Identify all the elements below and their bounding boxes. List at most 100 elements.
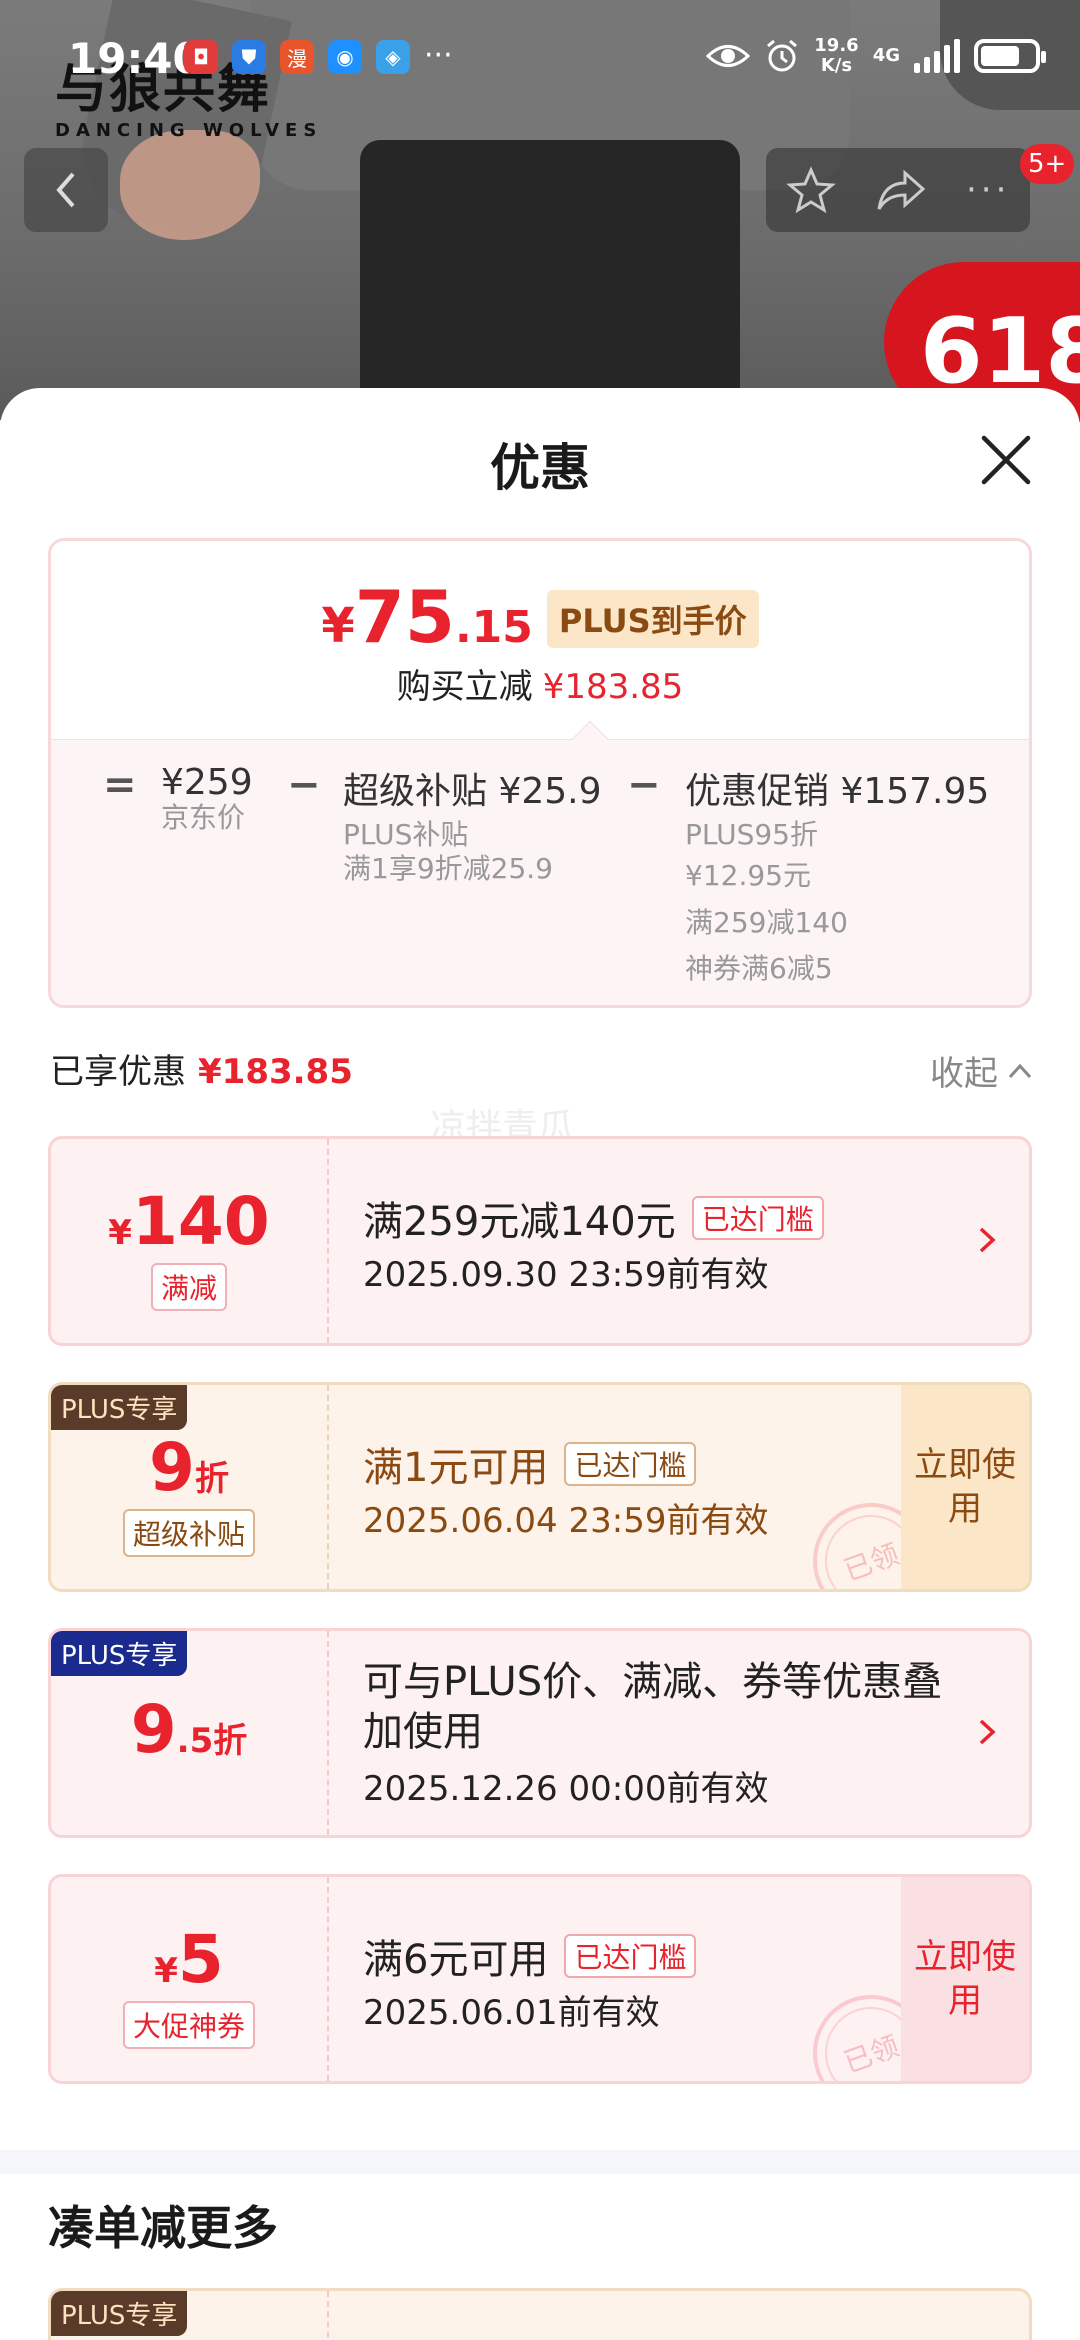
instant-reduction: 购买立减 ¥183.85 [51, 659, 1029, 708]
alarm-icon [767, 39, 798, 72]
final-price: ¥75.15 [321, 575, 533, 659]
enjoyed-amount: ¥183.85 [198, 1052, 353, 1092]
minus-sign: − [627, 762, 661, 808]
back-button[interactable] [24, 148, 108, 232]
brand-name-en: DANCING WOLVES [55, 120, 323, 141]
threshold-tag: 已达门槛 [691, 1196, 824, 1240]
more-icon[interactable]: ··· [966, 170, 1010, 210]
coupon-amount: 9 [130, 1691, 177, 1768]
status-bar: 19:40 ◘ ⛊ 漫 ◉ ◈ ··· 19.6 K/s 4G [0, 0, 1080, 110]
clock: 19:40 [68, 34, 202, 83]
coupon-value-area: ¥140 满减 [51, 1139, 327, 1343]
final-price-row: ¥75.15 PLUS到手价 [51, 575, 1029, 659]
subsidy-line: 满1享9折减25.9 [343, 852, 553, 885]
coupon-value: 9折 [51, 1429, 327, 1506]
section-title-more-discounts: 凑单减更多 [48, 2201, 278, 2255]
threshold-tag: 已达门槛 [564, 1934, 697, 1978]
coupon-type: 大促神券 [122, 2001, 256, 2049]
reduce-amount: ¥183.85 [542, 667, 684, 707]
net-speed-value: 19.6 [814, 35, 859, 56]
coupon-title-text: 满259元减140元 [363, 1199, 676, 1245]
shop-app-icon: ◘ [184, 40, 218, 74]
coupon-expiry: 2025.06.04 23:59前有效 [363, 1501, 769, 1541]
subsidy-line: PLUS补贴 [343, 818, 469, 851]
coupon-title: 满259元减140元 已达门槛 [363, 1189, 824, 1247]
promo-line: ¥12.95元 [685, 859, 811, 892]
price-breakdown: = ¥259 京东价 − 超级补贴 ¥25.9 PLUS补贴 满1享9折减25.… [51, 720, 1029, 1005]
message-app-icon: ◉ [328, 40, 362, 74]
share-icon[interactable] [875, 167, 927, 213]
jd-price-block: ¥259 京东价 [161, 762, 253, 833]
coupon-title: 满6元可用 已达门槛 [363, 1927, 697, 1985]
battery-icon [974, 39, 1046, 73]
promo-line: 神券满6减5 [685, 952, 833, 985]
coupon-title-text: 满6元可用 [363, 1937, 549, 1983]
use-now-button[interactable]: 立即使用 [901, 1877, 1029, 2081]
coupon-type: 满减 [150, 1263, 228, 1311]
message-badge: 5+ [1020, 144, 1075, 184]
enjoyed-discount: 已享优惠 ¥183.85 [50, 1044, 353, 1093]
manga-app-icon: 漫 [280, 40, 314, 74]
coupon-card[interactable]: ¥140 满减 满259元减140元 已达门槛 2025.09.30 23:59… [48, 1136, 1032, 1346]
promo-line: PLUS95折 [685, 818, 818, 851]
plus-exclusive-badge: PLUS专享 [51, 1385, 188, 1430]
discount-sheet: 优惠 ¥75.15 PLUS到手价 购买立减 ¥183.85 = ¥259 京东价… [0, 388, 1080, 2340]
star-icon[interactable] [785, 165, 836, 215]
network-type: 4G [872, 45, 900, 66]
promo-line: 满259减140 [685, 906, 848, 939]
collapse-button[interactable]: 收起 [930, 1046, 1032, 1095]
coupon-type: 超级补贴 [122, 1509, 256, 1557]
reduce-label: 购买立减 [396, 667, 533, 707]
chevron-right-icon [979, 1719, 996, 1745]
use-now-button[interactable]: 立即使用 [901, 1385, 1029, 1589]
coupon-unit: .5折 [176, 1721, 248, 1761]
coupon-title-text: 满1元可用 [363, 1445, 549, 1491]
system-icons: 19.6 K/s 4G [706, 36, 1046, 76]
coupon-title-text: 可与PLUS价、满减、券等优惠叠加使用 [363, 1659, 943, 1755]
signal-icon [914, 39, 960, 73]
product-hand [120, 130, 260, 240]
coupon-card[interactable]: PLUS专享 [48, 2288, 1032, 2340]
promo-amount: 优惠促销 ¥157.95 [685, 771, 990, 812]
notification-icons: ◘ ⛊ 漫 ◉ ◈ [184, 40, 410, 74]
coupon-value-area: ¥5 大促神券 [51, 1877, 327, 2081]
close-icon[interactable] [978, 432, 1034, 488]
coupon-currency: ¥ [108, 1213, 132, 1253]
chevron-left-icon [56, 172, 75, 208]
coupon-unit: 折 [194, 1459, 229, 1499]
subsidy-block: 超级补贴 ¥25.9 PLUS补贴 满1享9折减25.9 [343, 762, 602, 886]
subsidy-amount: 超级补贴 ¥25.9 [343, 771, 602, 812]
coupon-expiry: 2025.12.26 00:00前有效 [363, 1769, 769, 1809]
enjoyed-label: 已享优惠 [50, 1052, 186, 1092]
coupon-currency: ¥ [154, 1951, 178, 1991]
network-speed: 19.6 K/s [814, 36, 858, 76]
chevron-right-icon [979, 1227, 996, 1253]
price-summary-card: ¥75.15 PLUS到手价 购买立减 ¥183.85 = ¥259 京东价 − … [48, 538, 1032, 1008]
collapse-label: 收起 [930, 1054, 998, 1094]
equals-sign: = [103, 762, 137, 808]
price-integer: 75 [354, 575, 455, 659]
coupon-card[interactable]: 9折 超级补贴 PLUS专享 满1元可用 已达门槛 2025.06.04 23:… [48, 1382, 1032, 1592]
plus-exclusive-badge: PLUS专享 [51, 1631, 188, 1676]
sheet-title: 优惠 [490, 439, 590, 497]
coupon-value: ¥140 [51, 1183, 327, 1260]
coupon-value: 9.5折 [51, 1691, 327, 1768]
shield-app-icon: ⛊ [232, 40, 266, 74]
top-action-group: ··· [766, 148, 1030, 232]
coupon-expiry: 2025.09.30 23:59前有效 [363, 1255, 769, 1295]
coupon-card[interactable]: 9.5折 PLUS专享 可与PLUS价、满减、券等优惠叠加使用 2025.12.… [48, 1628, 1032, 1838]
coupon-value: ¥5 [51, 1921, 327, 1998]
coupon-card[interactable]: ¥5 大促神券 满6元可用 已达门槛 2025.06.01前有效 已领 立即使用 [48, 1874, 1032, 2084]
promo-block: 优惠促销 ¥157.95 PLUS95折 ¥12.95元 满259减140 神券… [685, 762, 989, 992]
coupon-amount: 140 [131, 1183, 270, 1260]
coupon-amount: 5 [177, 1921, 224, 1998]
eye-icon [706, 45, 751, 67]
chevron-up-icon [1008, 1063, 1032, 1078]
jd-price: ¥259 [161, 762, 253, 803]
coupon-expiry: 2025.06.01前有效 [363, 1993, 660, 2033]
more-notifications-icon: ··· [424, 38, 453, 73]
browser-app-icon: ◈ [376, 40, 410, 74]
coupon-title: 满1元可用 已达门槛 [363, 1435, 697, 1493]
minus-sign: − [287, 762, 321, 808]
net-speed-unit: K/s [820, 55, 853, 76]
